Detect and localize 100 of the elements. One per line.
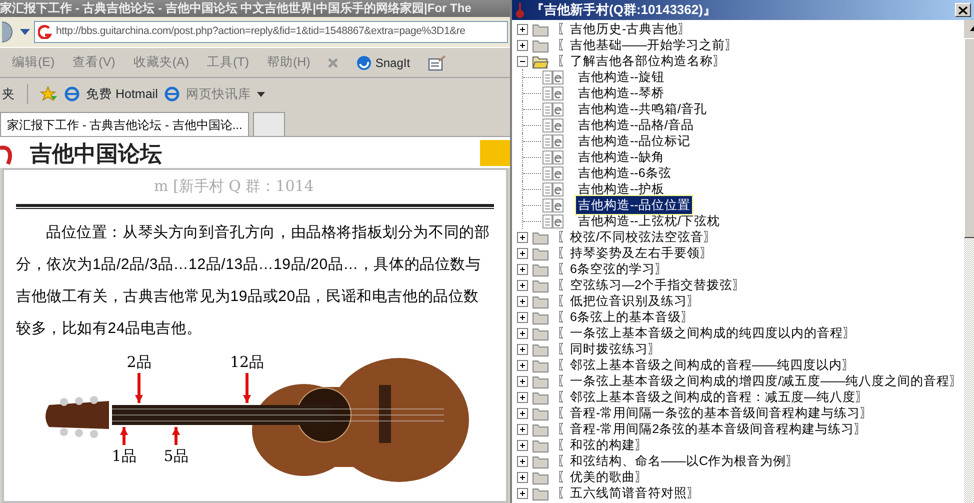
expander-button[interactable]: [517, 488, 528, 498]
fret-label: 2品: [126, 353, 152, 371]
tree-item[interactable]: 〖6条空弦的学习〗: [555, 260, 670, 278]
page-heading: 吉他中国论坛: [30, 140, 162, 168]
document-icon: [542, 118, 564, 132]
folder-icon: [532, 390, 549, 404]
expander-button[interactable]: [517, 264, 528, 274]
browser-page-icon: [64, 86, 80, 102]
tree-item[interactable]: 〖持琴姿势及左右手要领〗: [555, 244, 715, 262]
favorites-label[interactable]: 夹: [2, 84, 15, 104]
body-paragraph: 品位位置：从琴头方向到音孔方向，由品格将指板划分为不同的部分，依次为1品/2品/3品…12品/13品…19品/20品…，具体的品位数与吉他做工有关，古典吉他常见为19品或20品，民谣和电吉他的品位数较多，比如有24品电吉他。: [15, 223, 491, 339]
expander-button[interactable]: [517, 408, 528, 418]
folder-icon: [532, 54, 549, 68]
folder-icon: [532, 278, 549, 292]
page-header-text: m [新手村 Q 群：1014: [153, 176, 315, 197]
folder-icon: [532, 422, 549, 436]
dropdown-icon[interactable]: [20, 29, 30, 35]
fret-label: 1品: [112, 447, 136, 465]
tree-item[interactable]: 〖邻弦上基本音级之间构成的音程——纯四度以内〗: [555, 356, 857, 374]
edit-icon[interactable]: [428, 54, 446, 70]
expander-button[interactable]: [517, 392, 528, 402]
tree-item[interactable]: 〖校弦/不同校弦法空弦音〗: [555, 228, 718, 246]
folder-icon: [532, 358, 549, 372]
folder-icon: [532, 342, 549, 356]
tree-item[interactable]: 〖低把位音识别及练习〗: [555, 292, 702, 310]
arrow-icon: [243, 373, 251, 403]
tree-item[interactable]: 〖优美的歌曲〗: [555, 468, 650, 486]
expander-button[interactable]: [517, 296, 528, 306]
tree-item[interactable]: 〖和弦结构、命名——以C作为根音为例〗: [555, 452, 802, 470]
document-icon: [542, 166, 564, 180]
folder-icon: [532, 38, 549, 52]
tree-item[interactable]: 〖音程-常用间隔一条弦的基本音级间音程构建与练习〗: [555, 404, 876, 422]
tree-item[interactable]: 吉他构造--上弦枕/下弦枕: [576, 212, 722, 230]
folder-icon: [532, 438, 549, 452]
expander-button[interactable]: [517, 360, 528, 370]
document-icon: [542, 150, 564, 164]
expander-button[interactable]: [517, 456, 528, 466]
document-icon: [542, 102, 564, 116]
expander-button[interactable]: [517, 232, 528, 242]
folder-icon: [532, 246, 549, 260]
tree-item[interactable]: 吉他构造--品位位置: [576, 196, 692, 214]
document-icon: [542, 134, 564, 148]
tree-item[interactable]: 〖6条弦上的基本音级〗: [555, 308, 696, 326]
expander-button[interactable]: [517, 344, 528, 354]
snagit-icon: [356, 54, 372, 70]
tree-item[interactable]: 〖空弦练习—2个手指交替拨弦〗: [555, 276, 748, 294]
expander-button[interactable]: [517, 280, 528, 290]
document-icon: [542, 86, 564, 100]
expander-button[interactable]: [517, 312, 528, 322]
tree-item[interactable]: 吉他构造--品格/音品: [576, 116, 696, 134]
snagit-button[interactable]: SnagIt: [356, 54, 410, 72]
expander-button[interactable]: [517, 424, 528, 434]
tree-item[interactable]: 〖同时拨弦练习〗: [555, 340, 663, 358]
address-field[interactable]: http://bbs.guitarchina.com/post.php?action=reply&fid=1&tid=1548867&extra=page%3D1&re: [34, 21, 508, 43]
tree-item[interactable]: 〖和弦的构建〗: [555, 436, 650, 454]
window-title: 『吉他新手村(Q群:10143362)』: [531, 1, 716, 20]
folder-icon: [532, 486, 549, 500]
folder-icon: [532, 310, 549, 324]
expander-button[interactable]: [517, 328, 528, 338]
tree-item[interactable]: 吉他构造--6条弦: [576, 164, 674, 182]
document-icon: [542, 198, 564, 212]
arrow-icon: [120, 427, 128, 445]
dropdown-icon[interactable]: [256, 92, 265, 96]
favorite-link[interactable]: 免费 Hotmail: [86, 84, 158, 104]
tree-item[interactable]: 吉他构造--缺角: [576, 148, 666, 166]
expander-button[interactable]: [517, 248, 528, 258]
tree-item[interactable]: 吉他构造--共鸣箱/音孔: [576, 100, 709, 118]
tree-item[interactable]: 〖吉他历史-古典吉他〗: [555, 20, 694, 38]
address-text: http://bbs.guitarchina.com/post.php?action=reply&fid=1&tid=1548867&extra=page%3D1&re: [56, 24, 466, 40]
document-icon: [542, 214, 564, 228]
fret-label: 5品: [164, 447, 188, 465]
folder-icon: [532, 326, 549, 340]
tree-item[interactable]: 〖邻弦上基本音级之间构成的音程：减五度—纯八度〗: [555, 388, 870, 406]
banner-block: [480, 140, 510, 166]
tree-item[interactable]: 吉他构造--护板: [576, 180, 666, 198]
tree-item[interactable]: 吉他构造--品位标记: [576, 132, 692, 150]
arrow-icon: [172, 427, 180, 445]
folder-icon: [532, 294, 549, 308]
fret-label: 12品: [230, 353, 264, 371]
tree-item[interactable]: 〖一条弦上基本音级之间构成的纯四度以内的音程〗: [555, 324, 858, 342]
expander-button[interactable]: [517, 40, 528, 50]
expander-button[interactable]: [517, 440, 528, 450]
expander-button[interactable]: [517, 376, 528, 386]
tree-item[interactable]: 〖一条弦上基本音级之间构成的增四度/减五度——纯八度之间的音程〗: [555, 372, 964, 390]
document-icon: [542, 182, 564, 196]
folder-icon: [532, 470, 549, 484]
tree-item[interactable]: 〖五六线简谱音符对照〗: [555, 484, 702, 502]
tree-item[interactable]: 〖音程-常用间隔2条弦的基本音级间音程构建与练习〗: [555, 420, 870, 438]
tree-item[interactable]: 〖吉他基础——开始学习之前〗: [555, 36, 740, 54]
folder-icon: [532, 374, 549, 388]
tree-item[interactable]: 吉他构造--旋钮: [576, 68, 666, 86]
browser-tab[interactable]: 家汇报下工作 - 古典吉他论坛 - 吉他中国论...: [0, 112, 250, 136]
expander-button[interactable]: [517, 56, 528, 66]
tree-item[interactable]: 〖了解吉他各部位构造名称〗: [555, 52, 728, 70]
guitar-icon: [515, 2, 525, 18]
expander-button[interactable]: [517, 472, 528, 482]
expander-button[interactable]: [517, 24, 528, 34]
tree-item[interactable]: 吉他构造--琴桥: [576, 84, 666, 102]
folder-icon: [532, 406, 549, 420]
close-button[interactable]: [955, 3, 971, 17]
